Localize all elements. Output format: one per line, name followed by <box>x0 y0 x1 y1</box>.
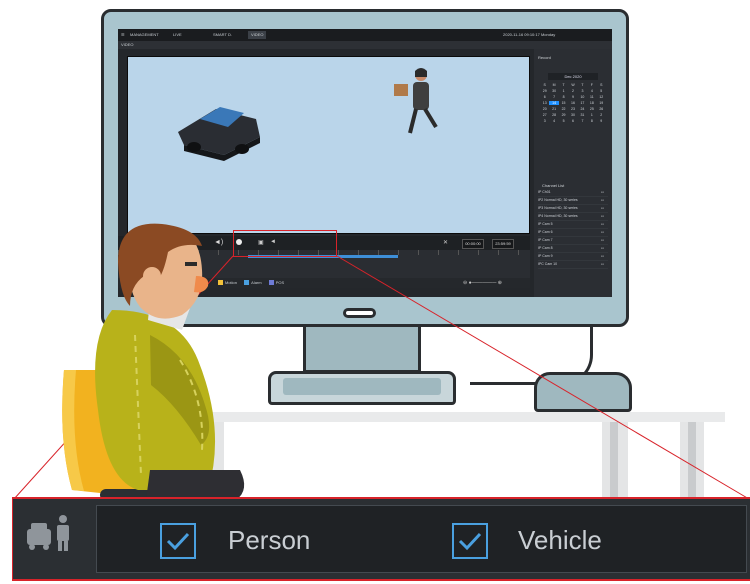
person-checkbox[interactable] <box>160 523 196 559</box>
filter-icon-cell <box>13 499 93 579</box>
seated-person-illustration <box>62 223 245 501</box>
vehicle-checkbox[interactable] <box>452 523 488 559</box>
checkmark-icon <box>458 532 482 551</box>
vehicle-label[interactable]: Vehicle <box>518 525 602 556</box>
checkmark-icon <box>166 532 190 551</box>
object-filter-panel: Person Vehicle <box>96 505 747 573</box>
person-label[interactable]: Person <box>228 525 310 556</box>
person-vehicle-filter-icon[interactable] <box>13 499 93 579</box>
